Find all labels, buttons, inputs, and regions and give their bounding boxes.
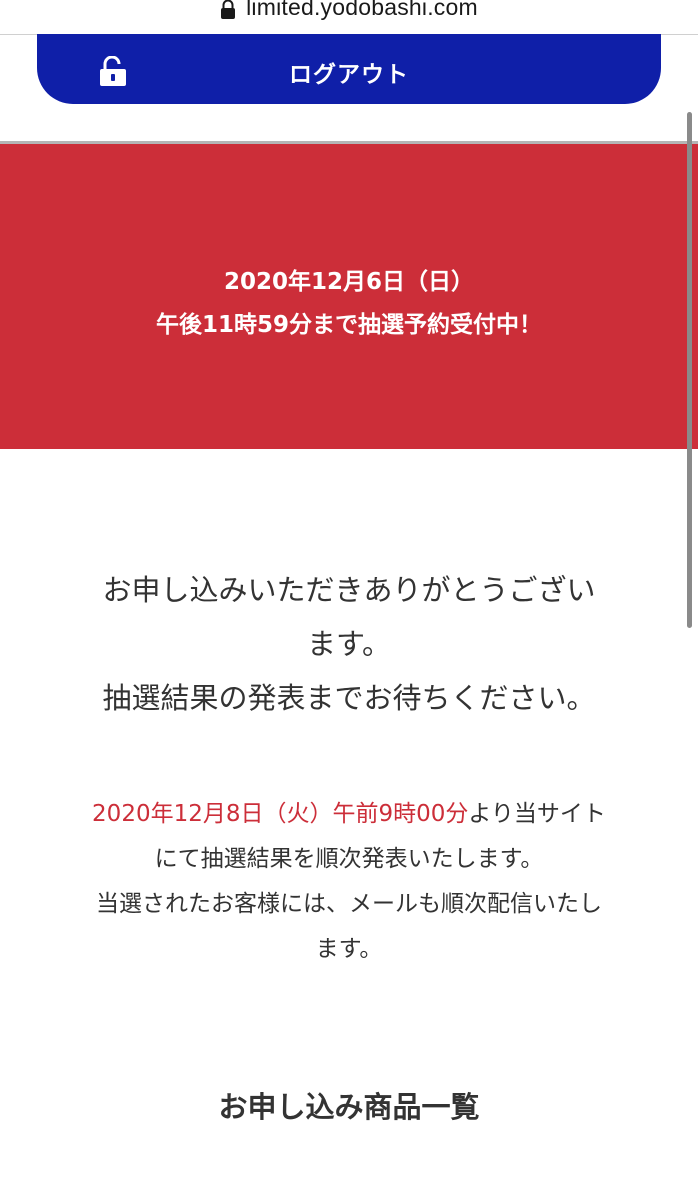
browser-url-bar[interactable]: limited.yodobashi.com xyxy=(0,0,698,35)
url-text: limited.yodobashi.com xyxy=(246,0,478,20)
announcement-line-2: にて抽選結果を順次発表いたします。 xyxy=(154,846,544,872)
thanks-line-3: 抽選結果の発表までお待ちください。 xyxy=(102,681,596,715)
thanks-message: お申し込みいただきありがとうござい ます。 抽選結果の発表までお待ちください。 xyxy=(40,563,658,725)
logout-button[interactable]: ログアウト xyxy=(37,34,661,104)
announcement-line-1: 2020年12月8日（火）午前9時00分より当サイト xyxy=(30,792,668,837)
deadline-date: 2020年12月6日（日） xyxy=(223,269,475,295)
scrollbar[interactable] xyxy=(687,112,692,628)
announcement-line-3: 当選されたお客様には、メールも順次配信いたし xyxy=(96,891,602,917)
announcement-date: 2020年12月8日（火）午前9時00分 xyxy=(92,801,469,827)
announcement-line-1-rest: より当サイト xyxy=(468,801,606,827)
result-announcement: 2020年12月8日（火）午前9時00分より当サイト にて抽選結果を順次発表いた… xyxy=(30,792,668,972)
thanks-line-2: ます。 xyxy=(306,627,392,661)
deadline-banner: 2020年12月6日（日） 午後11時59分まで抽選予約受付中！ xyxy=(0,141,698,449)
thanks-line-1: お申し込みいただきありがとうござい xyxy=(102,573,596,607)
deadline-time: 午後11時59分まで抽選予約受付中！ xyxy=(155,312,542,338)
announcement-line-4: ます。 xyxy=(315,936,383,962)
section-title: お申し込み商品一覧 xyxy=(218,1090,480,1124)
url-container: limited.yodobashi.com xyxy=(0,0,698,21)
padlock-icon xyxy=(221,0,236,19)
logout-label: ログアウト xyxy=(289,62,409,88)
